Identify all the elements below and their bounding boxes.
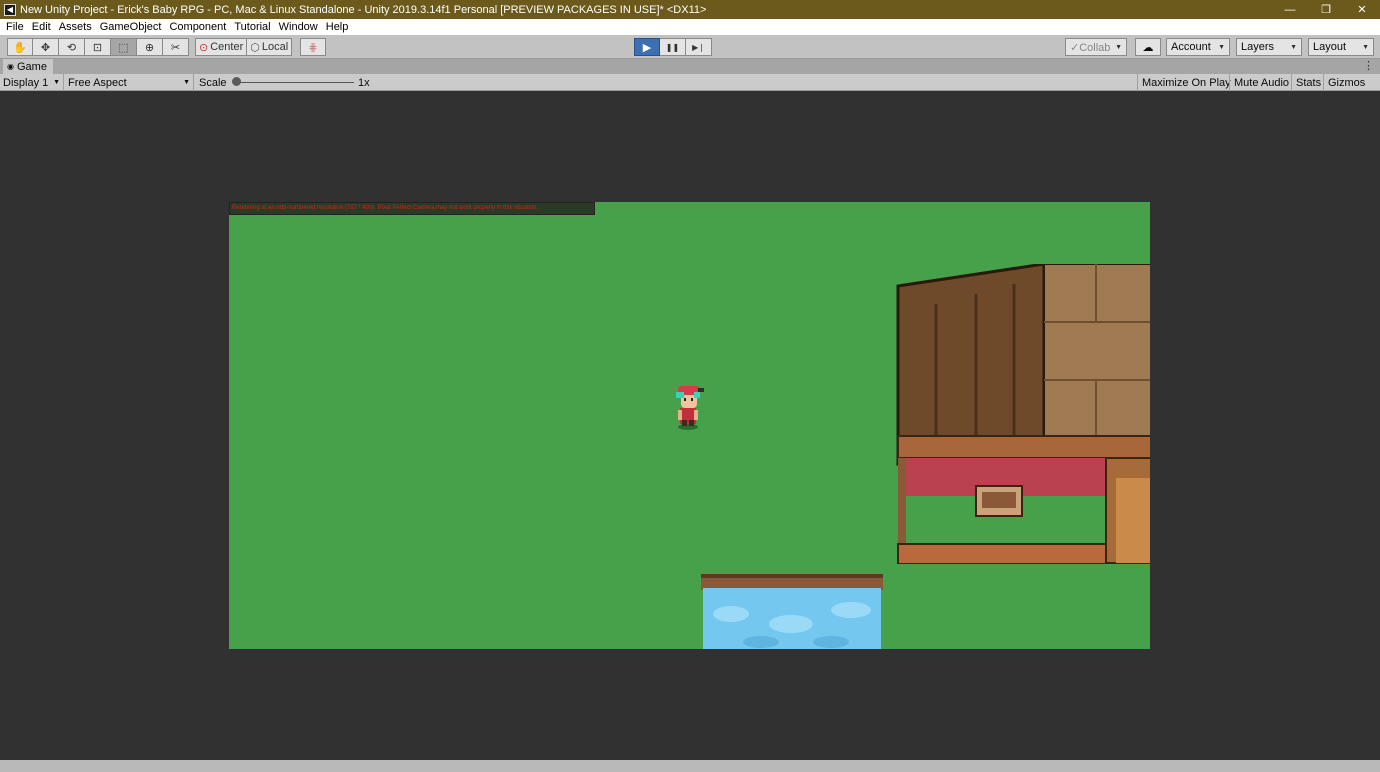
main-toolbar: ✋ ✥ ⟲ ⊡ ⬚ ⊕ ✂ ⊙ Center ⬡ Local ⋕ ▶ ❚❚ ▶❘… [0,35,1380,59]
chevron-down-icon: ▼ [1115,43,1122,51]
collab-dropdown[interactable]: ✓Collab ▼ [1065,38,1127,56]
water-pond [701,574,883,649]
window-title: New Unity Project - Erick's Baby RPG - P… [20,3,707,16]
status-bar [0,760,1380,772]
tab-game-label: Game [16,60,47,73]
custom-tool-icon[interactable]: ✂ [163,38,189,56]
local-space-icon: ⬡ [250,41,260,54]
tab-game[interactable]: ◉ Game [3,59,53,74]
house-building [896,264,1150,564]
scale-tool-icon[interactable]: ⊡ [85,38,111,56]
display-dropdown[interactable]: Display 1 ▼ [0,74,64,91]
player-character [676,386,704,430]
grid-snap-icon[interactable]: ⋕ [300,38,326,56]
step-button[interactable]: ▶❘ [686,38,712,56]
pixel-perfect-warning: Rendering at an odd-numbered resolution … [229,202,595,215]
scale-label: Scale [199,76,227,89]
menu-bar: File Edit Assets GameObject Component Tu… [0,19,1380,35]
collab-label: ✓Collab [1070,41,1111,54]
game-tab-icon: ◉ [7,62,14,71]
account-label: Account [1171,41,1211,53]
menu-component[interactable]: Component [165,21,230,33]
scale-slider-track[interactable] [236,82,354,83]
mute-audio-button[interactable]: Mute Audio [1229,74,1293,91]
pivot-icon: ⊙ [199,41,209,54]
playmode-controls: ▶ ❚❚ ▶❘ [634,38,712,56]
unity-logo-icon: ◀ [4,3,16,16]
pivot-rotation-label: Local [261,41,289,53]
stats-button[interactable]: Stats [1291,74,1325,91]
hand-tool-icon[interactable]: ✋ [7,38,33,56]
menu-help[interactable]: Help [322,21,353,33]
scale-value: 1x [358,76,370,89]
menu-assets[interactable]: Assets [55,21,96,33]
pivot-mode-label: Center [210,41,244,53]
chevron-down-icon: ▼ [1218,43,1225,51]
pivot-mode-button[interactable]: ⊙ Center [195,38,248,56]
display-label: Display 1 [3,76,49,89]
menu-window[interactable]: Window [275,21,322,33]
minimize-button[interactable]: — [1272,0,1308,19]
rect-tool-icon[interactable]: ⬚ [111,38,137,56]
gizmos-button[interactable]: Gizmos [1323,74,1369,91]
layers-label: Layers [1241,41,1275,53]
menu-edit[interactable]: Edit [28,21,55,33]
game-view-toolbar: Display 1 ▼ Free Aspect ▼ Scale 1x Maxim… [0,74,1380,91]
play-button[interactable]: ▶ [634,38,660,56]
menu-tutorial[interactable]: Tutorial [230,21,274,33]
menu-file[interactable]: File [2,21,28,33]
cloud-button[interactable]: ☁ [1135,38,1161,56]
menu-gameobject[interactable]: GameObject [96,21,166,33]
chevron-down-icon: ▼ [53,79,60,86]
layout-dropdown[interactable]: Layout ▼ [1308,38,1374,56]
cloud-icon: ☁ [1142,41,1154,54]
move-tool-icon[interactable]: ✥ [33,38,59,56]
aspect-dropdown[interactable]: Free Aspect ▼ [65,74,194,91]
window-title-bar: ◀ New Unity Project - Erick's Baby RPG -… [0,0,1380,19]
account-dropdown[interactable]: Account ▼ [1166,38,1230,56]
game-viewport[interactable]: Rendering at an odd-numbered resolution … [229,202,1150,649]
chevron-down-icon: ▼ [1290,43,1297,51]
layers-dropdown[interactable]: Layers ▼ [1236,38,1302,56]
maximize-on-play-button[interactable]: Maximize On Play [1137,74,1235,91]
layout-label: Layout [1313,41,1347,53]
transform-tools: ✋ ✥ ⟲ ⊡ ⬚ ⊕ ✂ [7,38,189,56]
restore-button[interactable]: ❐ [1308,0,1344,19]
pivot-tools: ⊙ Center ⬡ Local [195,38,293,56]
aspect-label: Free Aspect [68,76,127,89]
tab-bar: ◉ Game ⋮ [0,59,1380,74]
chevron-down-icon: ▼ [1362,43,1369,51]
chevron-down-icon: ▼ [183,79,190,86]
pause-button[interactable]: ❚❚ [660,38,686,56]
pivot-rotation-button[interactable]: ⬡ Local [247,38,293,56]
tab-menu-icon[interactable]: ⋮ [1363,59,1374,72]
rotate-tool-icon[interactable]: ⟲ [59,38,85,56]
close-button[interactable]: ✕ [1344,0,1380,19]
scale-slider-handle[interactable] [232,77,241,86]
transform-tool-icon[interactable]: ⊕ [137,38,163,56]
